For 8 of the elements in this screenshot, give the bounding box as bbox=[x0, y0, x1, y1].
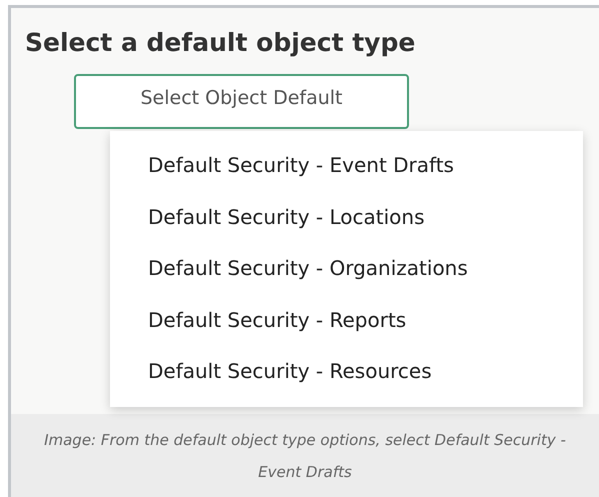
menu-item[interactable]: Default Security - Organizations bbox=[110, 250, 583, 302]
page-title: Select a default object type bbox=[25, 27, 416, 59]
dropdown-button[interactable]: Select Object Default bbox=[74, 74, 409, 129]
menu-item[interactable]: Default Security - Reports bbox=[110, 302, 583, 353]
menu-item[interactable]: Default Security - Locations bbox=[110, 198, 583, 250]
menu-item[interactable]: Default Security - Event Drafts bbox=[110, 147, 583, 198]
menu-item[interactable]: Default Security - Resources bbox=[110, 353, 583, 404]
image-caption: Image: From the default object type options, select Default Security - Event Drafts bbox=[11, 414, 599, 497]
